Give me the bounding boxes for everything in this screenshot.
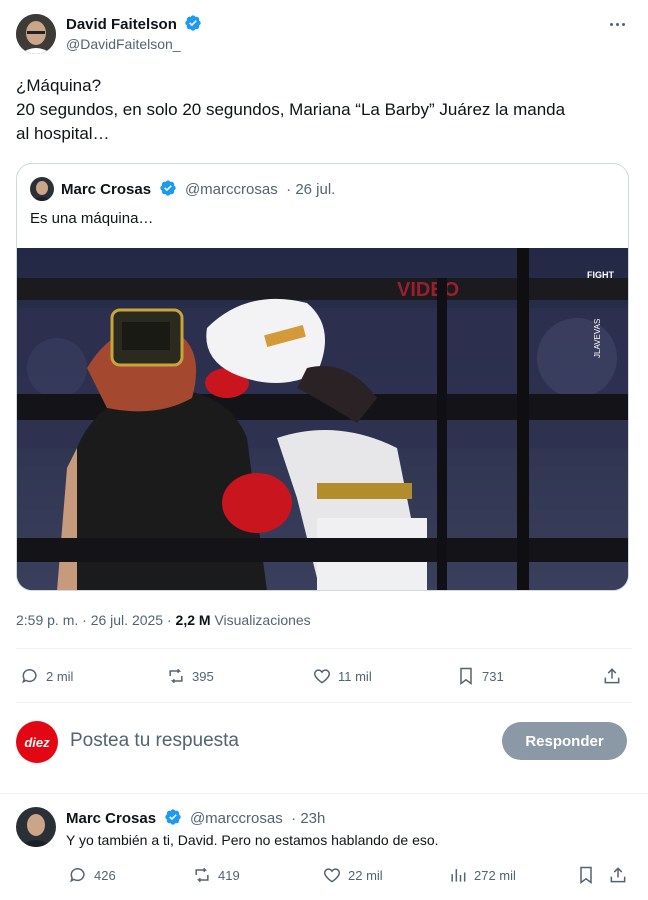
watermark-side: JLAVEVAS bbox=[593, 319, 602, 358]
like-button[interactable]: 11 mil bbox=[312, 666, 372, 686]
views-label: Visualizaciones bbox=[214, 612, 311, 628]
reply-icon bbox=[22, 668, 37, 684]
bookmark-icon bbox=[580, 866, 592, 884]
more-options-icon[interactable] bbox=[604, 14, 630, 34]
author-handle[interactable]: @DavidFaitelson_ bbox=[66, 36, 181, 52]
reply-views-button[interactable]: 272 mil bbox=[448, 865, 516, 885]
heart-icon bbox=[323, 868, 341, 883]
views-chart-icon bbox=[451, 869, 466, 882]
views-count[interactable]: 2,2 M bbox=[176, 612, 211, 628]
bookmark-count: 731 bbox=[482, 668, 504, 684]
reply-reply-count: 426 bbox=[94, 867, 116, 883]
tweet-text-line-3: al hospital… bbox=[16, 124, 110, 143]
divider-top bbox=[16, 648, 632, 649]
reply-count: 2 mil bbox=[46, 668, 74, 684]
reply-text: Y yo también a ti, David. Pero no estamo… bbox=[66, 832, 439, 848]
share-icon bbox=[610, 867, 626, 883]
reply-author-name[interactable]: Marc Crosas bbox=[66, 810, 156, 827]
responder-button[interactable]: Responder bbox=[502, 722, 627, 760]
quoted-author-avatar[interactable] bbox=[30, 177, 54, 201]
reply-like-button[interactable]: 22 mil bbox=[322, 865, 383, 885]
author-name[interactable]: David Faitelson bbox=[66, 16, 177, 33]
author-avatar[interactable] bbox=[16, 14, 56, 54]
reply-author-avatar[interactable] bbox=[16, 807, 56, 847]
reply-reply-button[interactable]: 426 bbox=[68, 865, 116, 885]
heart-icon bbox=[313, 669, 331, 684]
compose-avatar[interactable]: diez bbox=[16, 721, 58, 763]
quoted-avatar-photo bbox=[30, 177, 54, 201]
repost-icon bbox=[195, 867, 209, 883]
bookmark-icon bbox=[460, 667, 472, 685]
quoted-verified-badge-icon bbox=[159, 180, 176, 196]
reply-verified-badge-icon bbox=[164, 809, 181, 825]
tweet-text: ¿Máquina? 20 segundos, en solo 20 segund… bbox=[16, 74, 636, 146]
tweet-text-line-1: ¿Máquina? bbox=[16, 76, 102, 95]
like-count: 11 mil bbox=[338, 668, 372, 684]
rope-brand-top: VIDEO bbox=[397, 279, 459, 301]
divider-bottom bbox=[16, 702, 632, 703]
bookmark-button[interactable]: 731 bbox=[456, 666, 504, 686]
tweet-text-line-2: 20 segundos, en solo 20 segundos, Marian… bbox=[16, 100, 566, 119]
reply-bookmark-button[interactable] bbox=[576, 865, 596, 885]
tweet-timestamp[interactable]: 2:59 p. m. · 26 jul. 2025 · bbox=[16, 612, 172, 628]
compose-input[interactable]: Postea tu respuesta bbox=[70, 730, 239, 752]
reply-repost-count: 419 bbox=[218, 867, 240, 883]
reply-like-count: 22 mil bbox=[348, 867, 383, 883]
boxing-scene: VIDEO FIGHT JLAVEVAS bbox=[17, 248, 628, 590]
reply-repost-button[interactable]: 419 bbox=[192, 865, 240, 885]
tweet-timestamp-row: 2:59 p. m. · 26 jul. 2025 · 2,2 M Visual… bbox=[16, 612, 311, 628]
quoted-author-name[interactable]: Marc Crosas bbox=[61, 181, 151, 198]
quoted-tweet-card[interactable]: Marc Crosas @marccrosas · 26 jul. Es una… bbox=[16, 163, 629, 591]
reply-views-count: 272 mil bbox=[474, 867, 516, 883]
share-button[interactable] bbox=[602, 666, 622, 686]
reply-share-button[interactable] bbox=[608, 865, 628, 885]
watermark-top: FIGHT bbox=[587, 270, 614, 280]
quoted-date: · 26 jul. bbox=[286, 181, 336, 198]
quoted-author-handle[interactable]: @marccrosas bbox=[185, 181, 278, 198]
repost-count: 395 bbox=[192, 668, 214, 684]
reply-time[interactable]: · 23h bbox=[291, 810, 325, 827]
compose-avatar-logo: diez bbox=[24, 734, 50, 750]
section-divider bbox=[0, 793, 648, 794]
share-icon bbox=[604, 668, 620, 684]
quoted-media-image[interactable]: VIDEO FIGHT JLAVEVAS bbox=[17, 248, 628, 590]
quoted-text: Es una máquina… bbox=[30, 210, 154, 227]
reply-avatar-photo bbox=[16, 807, 56, 847]
repost-icon bbox=[169, 668, 183, 684]
verified-badge-icon bbox=[185, 15, 201, 31]
reply-author-handle[interactable]: @marccrosas bbox=[190, 810, 283, 827]
reply-button[interactable]: 2 mil bbox=[20, 666, 73, 686]
reply-icon bbox=[70, 867, 85, 883]
avatar-photo bbox=[16, 14, 56, 54]
repost-button[interactable]: 395 bbox=[166, 666, 214, 686]
